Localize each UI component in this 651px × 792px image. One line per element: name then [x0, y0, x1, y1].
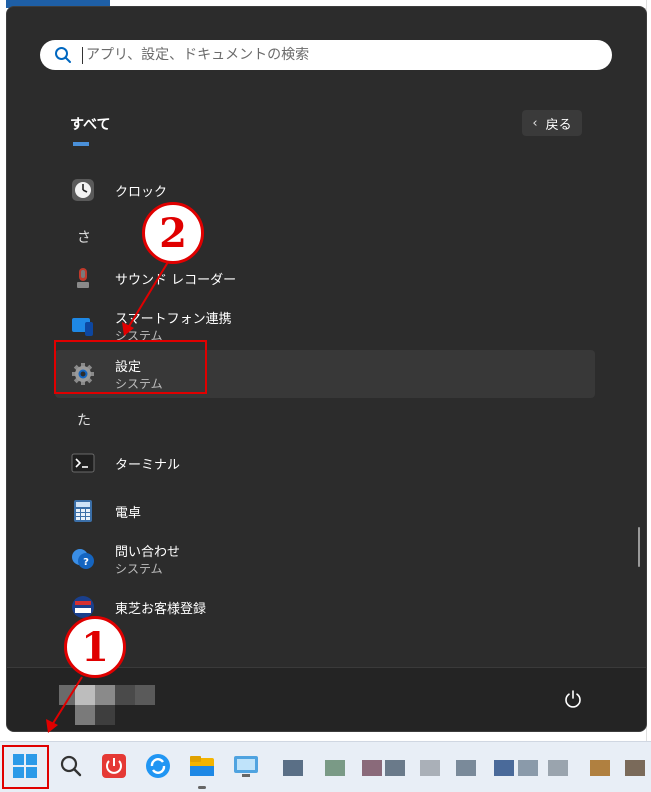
- file-explorer-icon[interactable]: [188, 752, 216, 780]
- power-icon[interactable]: [564, 690, 582, 708]
- app-name: 東芝お客様登録: [115, 602, 207, 617]
- terminal-icon: [71, 453, 95, 473]
- taskbar: [0, 741, 651, 792]
- back-button[interactable]: ‹ 戻る: [522, 110, 582, 136]
- chevron-left-icon: ‹: [532, 115, 538, 131]
- back-button-label: 戻る: [545, 117, 572, 133]
- blurred-taskbar-icon[interactable]: [548, 760, 568, 776]
- letter-header-sa[interactable]: さ: [77, 227, 91, 247]
- blurred-taskbar-icon[interactable]: [456, 760, 476, 776]
- app-name: スマートフォン連携: [115, 312, 232, 327]
- phone-link-icon: [72, 318, 93, 336]
- blurred-taskbar-icon[interactable]: [494, 760, 514, 776]
- taskbar-search-icon[interactable]: [57, 752, 85, 780]
- running-indicator: [198, 786, 206, 789]
- app-list[interactable]: クロック さ サウンド レコーダー スマートフォン連携 システム 設定 システム…: [7, 142, 646, 667]
- app-item-clock[interactable]: クロック: [55, 166, 595, 214]
- clock-icon: [72, 179, 94, 201]
- blurred-taskbar-icon[interactable]: [325, 760, 345, 776]
- search-input[interactable]: [86, 40, 586, 70]
- all-apps-title: すべて: [70, 117, 111, 133]
- calculator-icon: [74, 500, 92, 522]
- app-name: ターミナル: [115, 458, 181, 473]
- user-avatar[interactable]: [59, 685, 155, 725]
- blurred-taskbar-icon[interactable]: [283, 760, 303, 776]
- search-icon: [55, 47, 71, 63]
- blurred-taskbar-icon[interactable]: [362, 760, 382, 776]
- power-app-icon[interactable]: [100, 752, 128, 780]
- highlight-box-start: [2, 745, 49, 789]
- app-category: システム: [115, 562, 163, 576]
- search-box[interactable]: [40, 40, 612, 70]
- app-item-terminal[interactable]: ターミナル: [55, 439, 595, 487]
- step-number-2: 2: [142, 202, 204, 264]
- scrollbar-thumb[interactable]: [638, 527, 640, 567]
- step-number-1: 1: [64, 616, 126, 678]
- app-item-sound-recorder[interactable]: サウンド レコーダー: [55, 254, 595, 302]
- svg-text:?: ?: [83, 557, 89, 568]
- app-item-calculator[interactable]: 電卓: [55, 487, 595, 535]
- app-item-toshiba-registration[interactable]: 東芝お客様登録: [55, 583, 595, 631]
- blurred-taskbar-icon[interactable]: [518, 760, 538, 776]
- sync-icon[interactable]: [144, 752, 172, 780]
- blurred-taskbar-icon[interactable]: [385, 760, 405, 776]
- highlight-box-settings: [54, 340, 207, 394]
- help-icon: ?: [72, 549, 94, 569]
- remote-desktop-icon[interactable]: [232, 752, 260, 780]
- blurred-taskbar-icon[interactable]: [420, 760, 440, 776]
- letter-header-ta[interactable]: た: [77, 410, 91, 430]
- app-name: クロック: [115, 185, 168, 200]
- app-name: サウンド レコーダー: [115, 273, 237, 288]
- blurred-taskbar-icon[interactable]: [590, 760, 610, 776]
- search-caret: [82, 47, 83, 64]
- microphone-icon: [77, 268, 89, 288]
- partial-app-icon: [73, 142, 89, 146]
- app-name: 問い合わせ: [115, 545, 181, 560]
- app-name: 電卓: [115, 506, 142, 521]
- app-item-get-help[interactable]: ? 問い合わせ システム: [55, 535, 595, 583]
- blurred-taskbar-icon[interactable]: [625, 760, 645, 776]
